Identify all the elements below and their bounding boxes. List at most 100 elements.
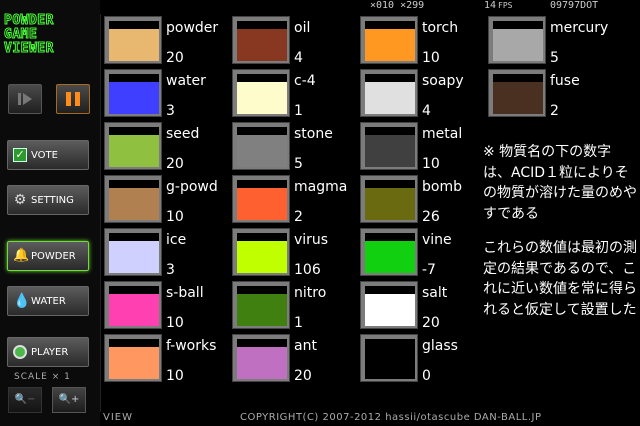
element-color-swatch (109, 82, 159, 114)
element-color-swatch (237, 347, 287, 379)
checkbox-icon: ✓ (13, 148, 27, 162)
player-icon (13, 345, 27, 359)
element-cell-metal: metal 10 (357, 120, 485, 173)
element-cell-salt: salt 20 (357, 279, 485, 332)
water-button[interactable]: 💧 WATER (7, 286, 89, 316)
element-acid-value: 2 (550, 103, 559, 119)
element-color-swatch (237, 294, 287, 326)
element-swatch-frame (232, 334, 290, 382)
swatch-dissolved-area (109, 21, 159, 29)
element-color-swatch (365, 347, 415, 379)
element-swatch-frame (360, 69, 418, 117)
bell-icon: 🔔 (13, 248, 30, 263)
element-swatch-frame (360, 281, 418, 329)
element-name: mercury (550, 20, 609, 36)
view-label: VIEW (103, 412, 133, 423)
swatch-dissolved-area (237, 127, 287, 135)
vote-label: VOTE (31, 149, 58, 161)
swatch-dissolved-area (237, 180, 287, 188)
fps-unit: FPS (498, 1, 513, 10)
logo-line-2: GAME (4, 27, 38, 42)
swatch-dissolved-area (365, 21, 415, 29)
element-acid-value: 10 (166, 315, 184, 331)
setting-button[interactable]: ⚙ SETTING (7, 185, 89, 215)
element-acid-value: 5 (550, 50, 559, 66)
element-cell-mercury: mercury 5 (485, 14, 613, 67)
element-color-swatch (493, 29, 543, 61)
element-color-swatch (237, 188, 287, 220)
element-cell-water: water 3 (101, 67, 229, 120)
element-name: torch (422, 20, 459, 36)
element-acid-value: 10 (166, 368, 184, 384)
element-acid-value: -7 (422, 262, 436, 278)
logo-line-1: POWDER (4, 13, 54, 28)
swatch-dissolved-area (365, 339, 415, 347)
element-cell-glass: glass 0 (357, 332, 485, 385)
element-acid-value: 3 (166, 103, 175, 119)
zoom-out-button[interactable]: 🔍− (8, 387, 42, 413)
element-acid-value: 10 (422, 50, 440, 66)
element-acid-value: 1 (294, 103, 303, 119)
element-name: powder (166, 20, 219, 36)
element-acid-table: powder 20 water 3 seed 20 g-powd 10 ice 3 s-ball 10… (100, 14, 640, 412)
element-swatch-frame (232, 16, 290, 64)
swatch-dissolved-area (237, 74, 287, 82)
logo-line-3: VIEWER (4, 41, 54, 56)
element-swatch-frame (232, 175, 290, 223)
element-name: virus (294, 232, 329, 248)
element-cell-powder: powder 20 (101, 14, 229, 67)
element-cell-soapy: soapy 4 (357, 67, 485, 120)
element-name: g-powd (166, 179, 218, 195)
powder-button[interactable]: 🔔 POWDER (7, 241, 89, 271)
element-acid-value: 3 (166, 262, 175, 278)
swatch-dissolved-area (237, 286, 287, 294)
element-column-4: mercury 5 fuse 2 (485, 14, 613, 120)
fps-readout: 14 FPS (484, 0, 513, 12)
element-color-swatch (109, 29, 159, 61)
copyright: COPYRIGHT(C) 2007-2012 hassii/otascube D… (240, 412, 542, 423)
zoom-in-label: + (71, 394, 80, 405)
element-swatch-frame (488, 69, 546, 117)
swatch-dissolved-area (493, 21, 543, 29)
element-name: salt (422, 285, 448, 301)
element-name: vine (422, 232, 452, 248)
element-cell-torch: torch 10 (357, 14, 485, 67)
element-cell-nitro: nitro 1 (229, 279, 357, 332)
player-label: PLAYER (31, 346, 69, 358)
element-name: magma (294, 179, 348, 195)
element-color-swatch (237, 135, 287, 167)
element-acid-value: 20 (294, 368, 312, 384)
step-button[interactable] (8, 84, 42, 114)
element-name: water (166, 73, 206, 89)
swatch-dissolved-area (109, 286, 159, 294)
element-swatch-frame (360, 228, 418, 276)
element-swatch-frame (488, 16, 546, 64)
step-icon (18, 93, 32, 105)
element-color-swatch (109, 135, 159, 167)
zoom-in-button[interactable]: 🔍+ (52, 387, 86, 413)
element-cell-f-works: f-works 10 (101, 332, 229, 385)
element-name: bomb (422, 179, 462, 195)
element-column-3: torch 10 soapy 4 metal 10 bomb 26 vine -7 salt 20 gl… (357, 14, 485, 385)
vote-button[interactable]: ✓ VOTE (7, 140, 89, 170)
element-cell-oil: oil 4 (229, 14, 357, 67)
element-name: seed (166, 126, 200, 142)
element-acid-value: 10 (422, 156, 440, 172)
element-swatch-frame (104, 334, 162, 382)
magnifier-icon: 🔍 (14, 394, 28, 405)
element-cell-g-powd: g-powd 10 (101, 173, 229, 226)
gear-icon: ⚙ (13, 192, 27, 208)
dot-count: 09797DOT (550, 0, 599, 11)
element-acid-value: 5 (294, 156, 303, 172)
note-paragraph-2: これらの数値は最初の測定の結果であるので、これに近い数値を常に得られると仮定して… (483, 240, 637, 318)
element-swatch-frame (232, 281, 290, 329)
scale-readout: ×010 ×299 (370, 0, 425, 11)
element-swatch-frame (104, 122, 162, 170)
element-swatch-frame (232, 122, 290, 170)
element-color-swatch (109, 347, 159, 379)
player-button[interactable]: PLAYER (7, 337, 89, 367)
element-cell-magma: magma 2 (229, 173, 357, 226)
pause-button[interactable] (56, 84, 90, 114)
element-swatch-frame (360, 175, 418, 223)
element-cell-vine: vine -7 (357, 226, 485, 279)
